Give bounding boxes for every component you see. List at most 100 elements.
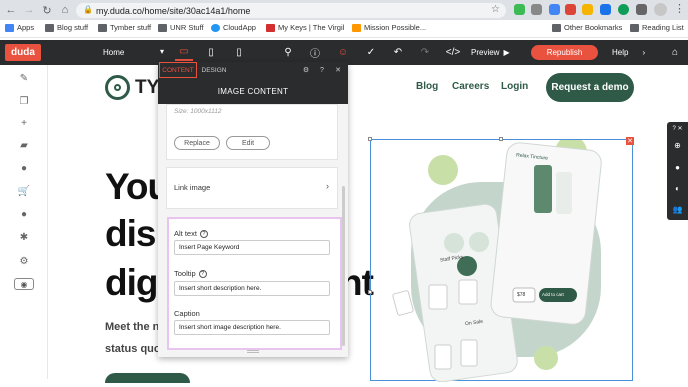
chevron-right-icon[interactable]: ›: [326, 181, 329, 191]
back-icon[interactable]: ←: [4, 3, 18, 17]
site-logo-inner: [114, 84, 121, 91]
panel-resize-grip[interactable]: [247, 350, 259, 353]
redo-icon[interactable]: ↷: [416, 44, 434, 61]
tablet-view-icon[interactable]: ▯: [202, 44, 220, 61]
right-floating-toolbar: ? ✕ ⊕ ● ◐ 👥: [667, 122, 688, 220]
users-icon[interactable]: ●: [16, 160, 32, 176]
add-section-icon[interactable]: ⊕: [672, 140, 683, 151]
question-mark-icon[interactable]: ?: [199, 229, 208, 238]
panel-scrollbar[interactable]: [342, 186, 345, 346]
tooltip-label: Tooltip ?: [174, 269, 207, 278]
phone-add-to-cart: Add to cart: [542, 292, 564, 297]
bookmark-folder[interactable]: Tymber stuff: [98, 23, 151, 32]
edit-button[interactable]: Edit: [226, 136, 270, 150]
extension-icon[interactable]: [565, 4, 576, 15]
help-question-icon[interactable]: ? ✕: [672, 123, 683, 134]
hero-cta-button[interactable]: [105, 373, 190, 383]
pages-icon[interactable]: ❐: [16, 93, 32, 109]
chevron-down-icon: ▾: [159, 47, 164, 56]
bookmark-folder[interactable]: Blog stuff: [45, 23, 88, 32]
tab-content[interactable]: CONTENT: [159, 62, 197, 78]
bookmark-link[interactable]: CloudApp: [211, 23, 256, 32]
duda-logo[interactable]: duda: [5, 44, 41, 61]
undo-icon[interactable]: ↶: [389, 44, 407, 61]
nav-login[interactable]: Login: [501, 81, 528, 92]
design-brush-icon[interactable]: ✎: [16, 70, 32, 86]
layers-icon[interactable]: ◐: [672, 183, 683, 194]
content-folder-icon[interactable]: ▰: [16, 137, 32, 153]
settings-gear-icon[interactable]: ⚙: [16, 253, 32, 269]
dashboard-home-icon[interactable]: ⌂: [666, 44, 684, 61]
bookmark-link[interactable]: Mission Possible...: [352, 23, 426, 32]
extension-icon[interactable]: [618, 4, 629, 15]
blog-comment-icon[interactable]: ●: [16, 206, 32, 222]
delete-widget-icon[interactable]: ✕: [626, 137, 634, 145]
reading-list[interactable]: Reading List: [630, 23, 684, 32]
alt-text-input[interactable]: Insert Page Keyword: [174, 240, 330, 255]
code-icon[interactable]: </>: [444, 44, 462, 61]
puzzle-icon[interactable]: [636, 4, 647, 15]
bookmarks-bar: Apps Blog stuff Tymber stuff UNR Stuff C…: [0, 20, 688, 38]
resize-handle[interactable]: [368, 137, 372, 141]
bookmark-link[interactable]: My Keys | The Virgil: [266, 23, 344, 32]
add-widget-icon[interactable]: +: [16, 115, 32, 131]
republish-button[interactable]: Republish: [531, 45, 598, 60]
browser-tab-bar: ← → ↻ ⌂ 🔒 my.duda.co/home/site/30ac14a1/…: [0, 0, 688, 20]
page-selector[interactable]: Home ▾: [98, 44, 166, 61]
forward-icon[interactable]: →: [22, 3, 36, 17]
hero-subtext-line: status quo: [105, 343, 161, 355]
phone-price: $78: [517, 292, 526, 298]
replace-button[interactable]: Replace: [174, 136, 220, 150]
phone-mockup-image: [392, 136, 602, 383]
nav-blog[interactable]: Blog: [416, 81, 438, 92]
extension-icon[interactable]: [531, 4, 542, 15]
help-menu[interactable]: Help ›: [612, 44, 652, 61]
preview-eye-icon[interactable]: ◉: [14, 278, 34, 290]
store-cart-icon[interactable]: 🛒: [16, 183, 32, 199]
profile-avatar[interactable]: [654, 3, 667, 16]
lock-icon: 🔒: [83, 5, 93, 14]
nav-careers[interactable]: Careers: [452, 81, 489, 92]
help-icon[interactable]: ?: [317, 65, 327, 75]
preview-button[interactable]: Preview ▶: [471, 44, 523, 61]
extension-icon[interactable]: [600, 4, 611, 15]
panel-title: IMAGE CONTENT: [158, 78, 348, 104]
chat-icon[interactable]: ●: [672, 162, 683, 173]
editor-sidebar: ✎ ❐ + ▰ ● 🛒 ● ✱ ⚙ ◉: [0, 65, 48, 379]
caption-input[interactable]: Insert short image description here.: [174, 320, 330, 335]
tab-design[interactable]: DESIGN: [199, 62, 229, 78]
checkmark-icon[interactable]: ✓: [362, 44, 380, 61]
question-mark-icon[interactable]: ?: [198, 269, 207, 278]
play-icon: ▶: [503, 48, 510, 57]
personalize-icon[interactable]: ☺: [334, 44, 352, 61]
team-users-icon[interactable]: 👥: [672, 204, 683, 215]
bookmark-other[interactable]: Other Bookmarks: [552, 23, 622, 32]
extension-icon[interactable]: [549, 4, 560, 15]
reload-icon[interactable]: ↻: [40, 3, 54, 17]
chevron-right-icon: ›: [642, 48, 646, 57]
folder-icon: [552, 23, 561, 32]
selected-image[interactable]: Relax Tincture $78 Add to cart Staff Pic…: [368, 136, 633, 383]
menu-kebab-icon[interactable]: ⋮: [674, 2, 685, 15]
request-demo-button[interactable]: Request a demo: [546, 73, 634, 102]
mobile-view-icon[interactable]: ▯: [230, 44, 248, 61]
desktop-view-icon[interactable]: ▭: [175, 44, 193, 61]
virgil-icon: [266, 23, 275, 32]
bookmark-apps[interactable]: Apps: [5, 23, 34, 32]
resize-handle[interactable]: [368, 290, 372, 294]
resize-handle[interactable]: [499, 137, 503, 141]
gear-icon[interactable]: ⚙: [301, 65, 311, 75]
info-icon[interactable]: ⓘ: [306, 44, 324, 61]
search-icon[interactable]: ⚲: [279, 44, 297, 61]
bookmark-star-icon[interactable]: ☆: [491, 4, 500, 15]
address-bar[interactable]: 🔒 my.duda.co/home/site/30ac14a1/home ☆: [76, 3, 506, 18]
close-icon[interactable]: ✕: [333, 65, 343, 75]
folder-icon: [98, 23, 107, 32]
extension-icon[interactable]: [582, 4, 593, 15]
apps-puzzle-icon[interactable]: ✱: [16, 229, 32, 245]
url-text: my.duda.co/home/site/30ac14a1/home: [96, 5, 251, 16]
home-icon[interactable]: ⌂: [58, 3, 72, 17]
bookmark-folder[interactable]: UNR Stuff: [158, 23, 204, 32]
tooltip-input[interactable]: Insert short description here.: [174, 281, 330, 296]
extension-icon[interactable]: [514, 4, 525, 15]
